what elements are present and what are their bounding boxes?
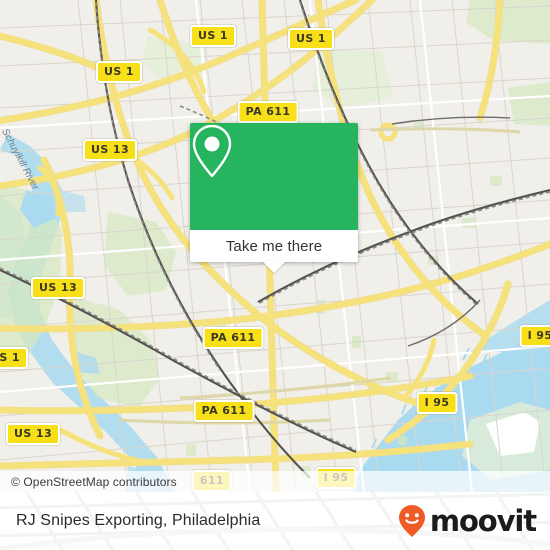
shield-us-13-c: US 13 xyxy=(6,423,60,445)
take-me-there-label: Take me there xyxy=(225,237,323,255)
shield-us-13-b: US 13 xyxy=(31,277,85,299)
callout-action-area[interactable]: Take me there xyxy=(190,230,358,273)
openstreetmap-attribution[interactable]: © OpenStreetMap contributors xyxy=(0,475,177,489)
moovit-pin-smiley-icon xyxy=(398,505,425,537)
shield-us-1-b: US 1 xyxy=(288,28,334,50)
moovit-wordmark: moovit xyxy=(429,503,537,538)
map-canvas[interactable]: .land{fill:#f1efe9} .park{fill:#d6e8c0;o… xyxy=(0,0,550,492)
place-title: RJ Snipes Exporting, Philadelphia xyxy=(16,512,261,529)
callout-icon-area xyxy=(190,123,358,230)
shield-us-1-c: US 1 xyxy=(96,61,142,83)
footer-bar: RJ Snipes Exporting, Philadelphia moovit xyxy=(0,492,550,550)
moovit-brand-logo[interactable]: moovit xyxy=(397,503,537,538)
shield-i-95-b: I 95 xyxy=(519,325,550,347)
shield-pa-611-b: PA 611 xyxy=(202,327,264,349)
shield-us-1-d: US 1 xyxy=(0,347,28,369)
location-callout-card[interactable]: Take me there xyxy=(190,123,358,273)
callout-pointer-tail xyxy=(262,261,286,273)
shield-pa-611-c: PA 611 xyxy=(193,400,255,422)
map-attribution-bar: © OpenStreetMap contributors xyxy=(0,471,550,492)
shield-i-95-a: I 95 xyxy=(416,392,458,414)
shield-pa-611-a: PA 611 xyxy=(237,101,299,123)
shield-us-13-a: US 13 xyxy=(83,139,137,161)
moovit-map-screenshot: .land{fill:#f1efe9} .park{fill:#d6e8c0;o… xyxy=(0,0,550,550)
location-pin-icon xyxy=(192,124,232,178)
shield-us-1-a: US 1 xyxy=(190,25,236,47)
